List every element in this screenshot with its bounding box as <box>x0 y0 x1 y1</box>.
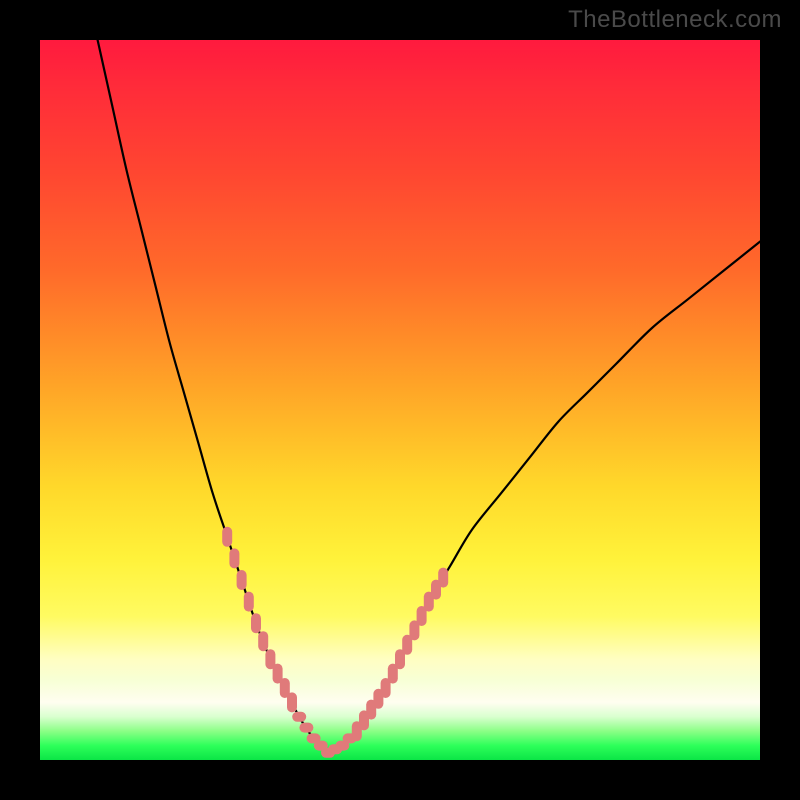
marker-group <box>222 527 448 758</box>
curve-marker <box>251 613 261 633</box>
curve-marker <box>229 548 239 568</box>
curve-marker <box>438 568 448 588</box>
curve-marker <box>299 723 313 733</box>
curve-marker <box>343 733 357 743</box>
curve-marker <box>222 527 232 547</box>
curve-marker <box>258 631 268 651</box>
curve-marker <box>292 712 306 722</box>
curve-marker <box>244 592 254 612</box>
watermark-text: TheBottleneck.com <box>568 6 782 34</box>
chart-frame: TheBottleneck.com <box>0 0 800 800</box>
curve-marker <box>287 692 297 712</box>
curve-layer <box>40 40 760 760</box>
curve-marker <box>237 570 247 590</box>
curve-left-branch <box>98 40 328 753</box>
plot-area <box>40 40 760 760</box>
